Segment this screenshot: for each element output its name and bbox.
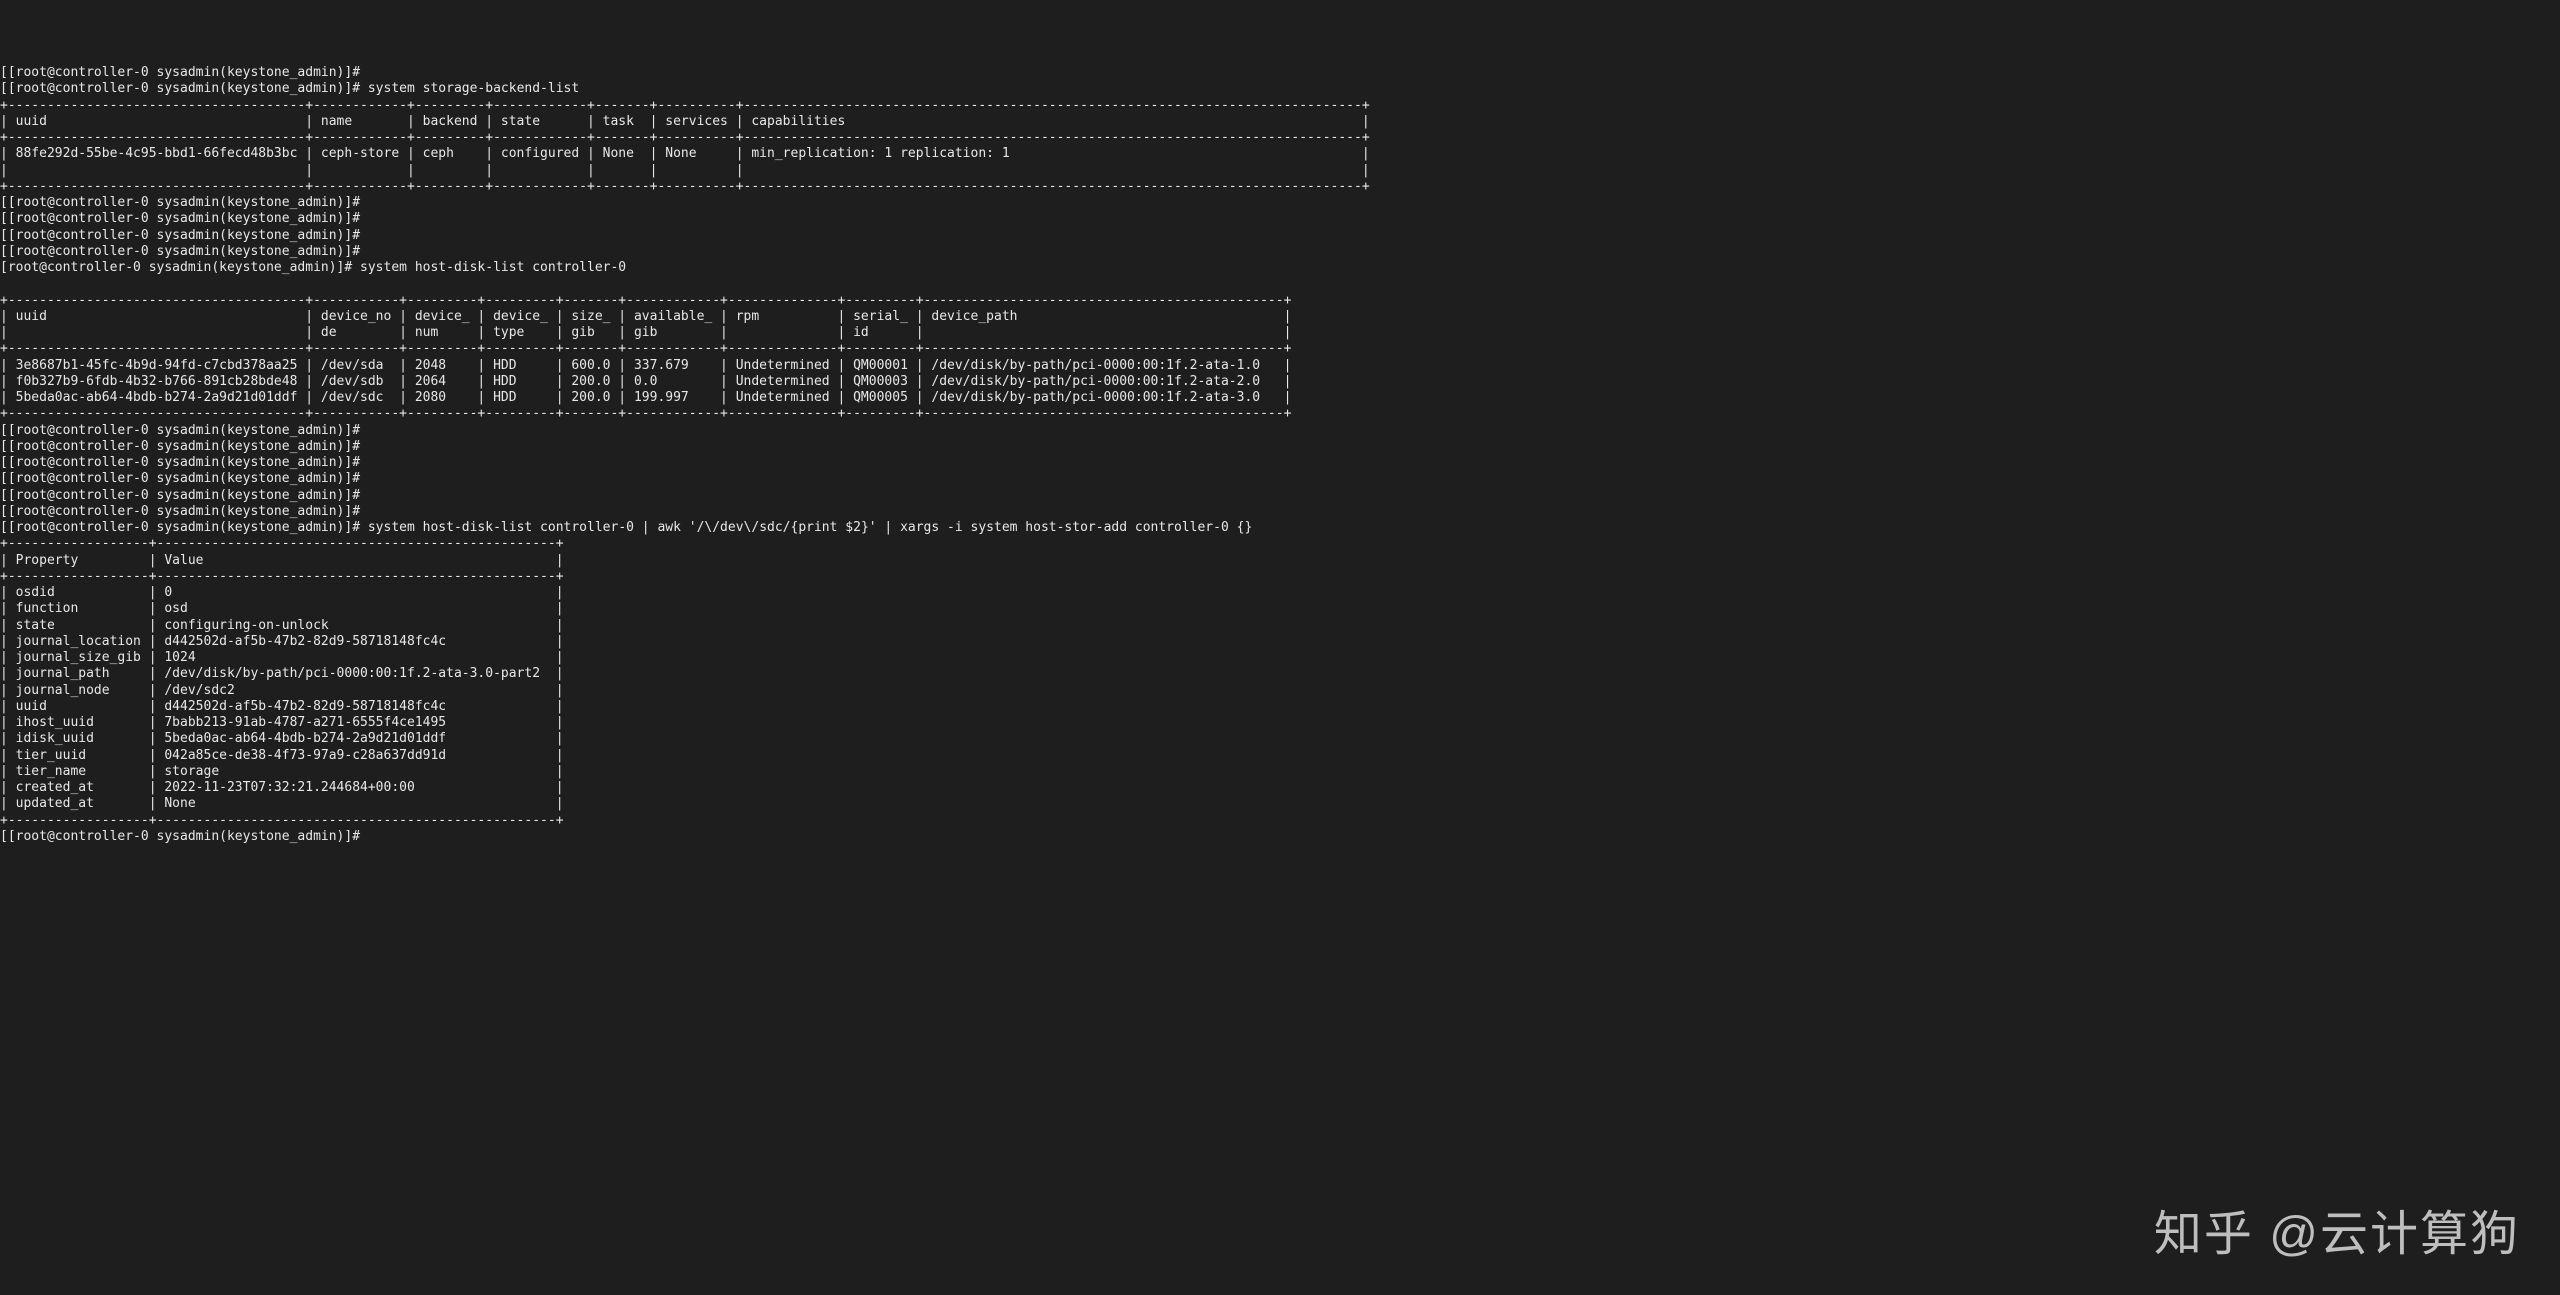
prompt-line: [[root@controller-0 sysadmin(keystone_ad… [0, 504, 2560, 520]
terminal-output[interactable]: [[root@controller-0 sysadmin(keystone_ad… [0, 65, 2560, 845]
table2-border: +--------------------------------------+… [0, 341, 2560, 357]
table3-header: | Property | Value | [0, 553, 2560, 569]
table3-row: | created_at | 2022-11-23T07:32:21.24468… [0, 780, 2560, 796]
table3-row: | journal_path | /dev/disk/by-path/pci-0… [0, 666, 2560, 682]
table3-row: | state | configuring-on-unlock | [0, 618, 2560, 634]
prompt-line: [[root@controller-0 sysadmin(keystone_ad… [0, 65, 2560, 81]
prompt-line: [[root@controller-0 sysadmin(keystone_ad… [0, 439, 2560, 455]
prompt-line: [[root@controller-0 sysadmin(keystone_ad… [0, 471, 2560, 487]
command-line: [root@controller-0 sysadmin(keystone_adm… [0, 260, 2560, 276]
prompt-line: [[root@controller-0 sysadmin(keystone_ad… [0, 455, 2560, 471]
watermark-text: 知乎 @云计算狗 [2154, 1205, 2520, 1265]
table1-header: | uuid | name | backend | state | task |… [0, 114, 2560, 130]
prompt-line: [[root@controller-0 sysadmin(keystone_ad… [0, 211, 2560, 227]
command-line: [[root@controller-0 sysadmin(keystone_ad… [0, 520, 2560, 536]
table3-row: | function | osd | [0, 601, 2560, 617]
table3-row: | journal_location | d442502d-af5b-47b2-… [0, 634, 2560, 650]
prompt-line: [[root@controller-0 sysadmin(keystone_ad… [0, 423, 2560, 439]
table1-border: +--------------------------------------+… [0, 179, 2560, 195]
command-line: [[root@controller-0 sysadmin(keystone_ad… [0, 81, 2560, 97]
prompt-line: [[root@controller-0 sysadmin(keystone_ad… [0, 244, 2560, 260]
table3-row: | ihost_uuid | 7babb213-91ab-4787-a271-6… [0, 715, 2560, 731]
table2-border: +--------------------------------------+… [0, 406, 2560, 422]
table3-row: | updated_at | None | [0, 796, 2560, 812]
table3-border: +------------------+--------------------… [0, 569, 2560, 585]
table3-border: +------------------+--------------------… [0, 536, 2560, 552]
table2-row: | 3e8687b1-45fc-4b9d-94fd-c7cbd378aa25 |… [0, 358, 2560, 374]
table3-border: +------------------+--------------------… [0, 813, 2560, 829]
table2-row: | f0b327b9-6fdb-4b32-b766-891cb28bde48 |… [0, 374, 2560, 390]
table1-border: +--------------------------------------+… [0, 98, 2560, 114]
table3-row: | tier_uuid | 042a85ce-de38-4f73-97a9-c2… [0, 748, 2560, 764]
table3-row: | journal_size_gib | 1024 | [0, 650, 2560, 666]
table3-row: | uuid | d442502d-af5b-47b2-82d9-5871814… [0, 699, 2560, 715]
prompt-line: [[root@controller-0 sysadmin(keystone_ad… [0, 488, 2560, 504]
table3-row: | tier_name | storage | [0, 764, 2560, 780]
table3-row: | journal_node | /dev/sdc2 | [0, 683, 2560, 699]
blank-line [0, 276, 2560, 292]
table3-row: | idisk_uuid | 5beda0ac-ab64-4bdb-b274-2… [0, 731, 2560, 747]
prompt-line: [[root@controller-0 sysadmin(keystone_ad… [0, 829, 2560, 845]
table1-row-blank: | | | | | | | | [0, 163, 2560, 179]
table2-row: | 5beda0ac-ab64-4bdb-b274-2a9d21d01ddf |… [0, 390, 2560, 406]
table2-header1: | uuid | device_no | device_ | device_ |… [0, 309, 2560, 325]
prompt-line: [[root@controller-0 sysadmin(keystone_ad… [0, 228, 2560, 244]
table1-row: | 88fe292d-55be-4c95-bbd1-66fecd48b3bc |… [0, 146, 2560, 162]
table3-row: | osdid | 0 | [0, 585, 2560, 601]
table2-header2: | | de | num | type | gib | gib | | id |… [0, 325, 2560, 341]
table2-border: +--------------------------------------+… [0, 293, 2560, 309]
table1-border: +--------------------------------------+… [0, 130, 2560, 146]
prompt-line: [[root@controller-0 sysadmin(keystone_ad… [0, 195, 2560, 211]
